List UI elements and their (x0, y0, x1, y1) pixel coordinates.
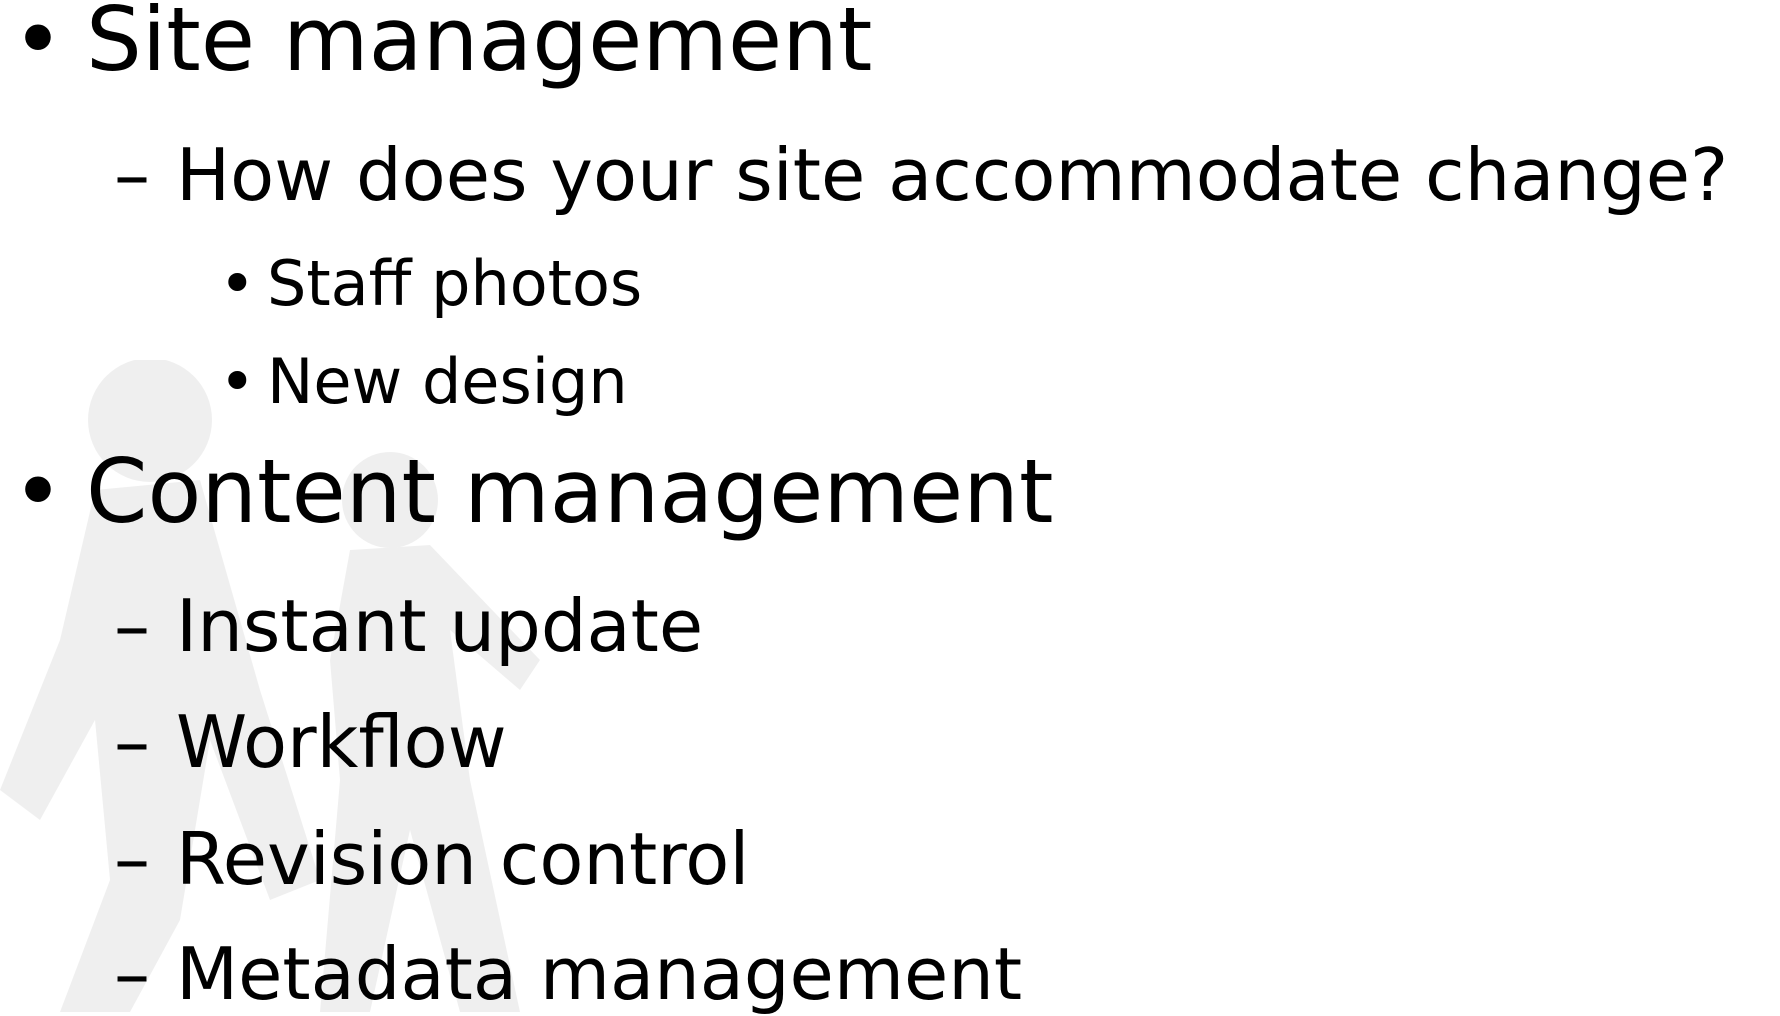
list-item: – Revision control (114, 823, 749, 895)
list-item: • New design (219, 351, 628, 413)
list-item-text: Site management (86, 0, 873, 91)
bullet-icon: • (12, 0, 64, 91)
dash-icon: – (114, 700, 150, 784)
list-item: • Site management (12, 0, 872, 84)
list-item: • Staff photos (219, 253, 642, 315)
list-item: – Instant update (114, 590, 703, 662)
bullet-icon: • (12, 440, 64, 543)
dash-icon: – (114, 817, 150, 901)
list-item: – How does your site accommodate change? (114, 139, 1728, 211)
list-item-text: How does your site accommodate change? (176, 133, 1729, 217)
bullet-icon: • (219, 345, 256, 418)
dash-icon: – (114, 584, 150, 668)
dash-icon: – (114, 932, 150, 1016)
list-item-text: New design (267, 345, 628, 418)
list-item: – Workflow (114, 706, 507, 778)
list-item: – Metadata management (114, 938, 1022, 1010)
list-item-text: Workflow (176, 700, 507, 784)
list-item-text: Revision control (176, 817, 750, 901)
bullet-icon: • (219, 247, 256, 320)
dash-icon: – (114, 133, 150, 217)
list-item-text: Metadata management (176, 932, 1023, 1016)
list-item-text: Instant update (176, 584, 704, 668)
list-item-text: Staff photos (267, 247, 643, 320)
list-item: • Content management (12, 448, 1053, 536)
list-item-text: Content management (86, 440, 1054, 543)
